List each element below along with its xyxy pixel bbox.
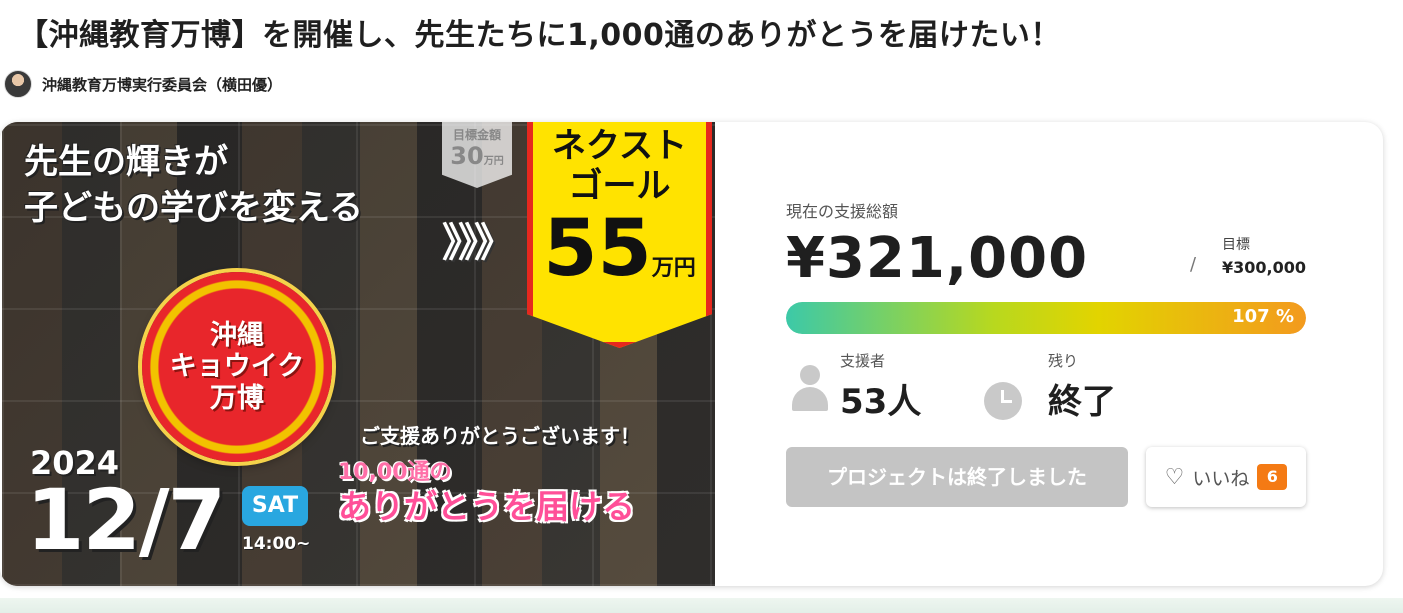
backers-label: 支援者 xyxy=(840,352,886,370)
progress-fill xyxy=(786,302,1306,334)
old-goal-unit: 万円 xyxy=(483,156,504,167)
goal-separator: / xyxy=(1190,254,1197,275)
remaining-value: 終了 xyxy=(1048,382,1116,422)
funding-stats: 現在の支援総額 ¥321,000 / 目標 ¥300,000 107 % 支援者… xyxy=(786,122,1346,586)
event-date: 12/7 xyxy=(26,471,226,569)
like-count-badge: 6 xyxy=(1257,464,1288,490)
page-bottom-strip xyxy=(0,598,1403,613)
person-icon xyxy=(792,365,828,413)
next-goal-badge: ネクスト ゴール 55万円 xyxy=(527,122,712,348)
next-goal-unit: 万円 xyxy=(651,256,696,282)
progress-percent: 107 % xyxy=(1232,306,1294,327)
event-logo-text: 沖縄 キョウイク 万博 xyxy=(169,320,305,414)
funding-progress-bar: 107 % xyxy=(786,302,1306,334)
backers-count: 53人 xyxy=(840,382,922,422)
clock-icon xyxy=(984,382,1022,420)
hero-headline: 先生の輝きが 子どもの学びを変える xyxy=(24,142,363,228)
owner-name[interactable]: 沖縄教育万博実行委員会（横田優） xyxy=(42,74,282,95)
deliver-thanks-text: ありがとうを届ける xyxy=(338,487,635,526)
goal-value: ¥300,000 xyxy=(1222,258,1307,277)
project-owner[interactable]: 沖縄教育万博実行委員会（横田優） xyxy=(4,70,282,98)
hero-image: 先生の輝きが 子どもの学びを変える 目標金額 30万円 》》》 ネクスト ゴール… xyxy=(2,122,715,586)
next-goal-label: ネクスト ゴール xyxy=(552,126,687,207)
project-card: 先生の輝きが 子どもの学びを変える 目標金額 30万円 》》》 ネクスト ゴール… xyxy=(0,122,1383,586)
old-goal-amount: 30万円 xyxy=(450,142,504,170)
old-goal-label: 目標金額 xyxy=(452,128,501,142)
event-time: 14:00~ xyxy=(242,534,311,554)
heart-icon: ♡ xyxy=(1164,464,1185,490)
remaining-label: 残り xyxy=(1048,352,1079,370)
hero-arrows: 》》》 xyxy=(442,220,514,266)
event-weekday: SAT xyxy=(242,486,308,526)
raised-label: 現在の支援総額 xyxy=(786,202,899,221)
page-title: 【沖縄教育万博】を開催し、先生たちに1,000通のありがとうを届けたい！ xyxy=(18,18,1061,53)
owner-avatar[interactable] xyxy=(4,70,32,98)
raised-amount: ¥321,000 xyxy=(786,226,1089,291)
next-goal-amount: 55万円 xyxy=(543,204,696,295)
event-logo: 沖縄 キョウイク 万博 xyxy=(142,272,332,462)
like-label: いいね xyxy=(1192,467,1250,490)
like-button[interactable]: ♡ いいね 6 xyxy=(1146,447,1306,507)
project-ended-button[interactable]: プロジェクトは終了しました xyxy=(786,447,1128,507)
old-goal-badge: 目標金額 30万円 xyxy=(442,122,512,188)
goal-label: 目標 xyxy=(1222,237,1250,253)
thanks-line: ご支援ありがとうございます！ xyxy=(360,424,640,448)
